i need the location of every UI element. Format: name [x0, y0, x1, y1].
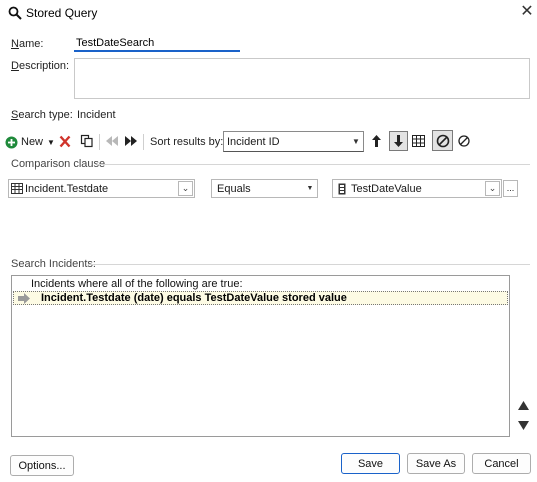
value-value: TestDateValue — [351, 182, 422, 195]
stored-value-icon — [338, 183, 346, 194]
plus-circle-icon — [5, 136, 18, 148]
operator-select[interactable]: Equals ▼ — [211, 179, 318, 198]
save-button[interactable]: Save — [341, 453, 400, 474]
search-type-value: Incident — [77, 109, 116, 121]
triangle-up-icon[interactable] — [517, 400, 530, 411]
description-field[interactable] — [74, 58, 530, 99]
sort-ascending-icon[interactable] — [371, 134, 382, 148]
tree-root-label: Incidents where all of the following are… — [31, 278, 243, 290]
search-type-label: Search type: — [11, 109, 73, 121]
value-select[interactable]: TestDateValue ⌄ — [332, 179, 502, 198]
cancel-button[interactable]: Cancel — [472, 453, 531, 474]
sort-descending-button[interactable] — [389, 131, 408, 151]
criteria-tree[interactable]: Incidents where all of the following are… — [11, 275, 510, 437]
options-button[interactable]: Options... — [10, 455, 74, 476]
chevron-down-icon: ⌄ — [485, 181, 500, 196]
field-select[interactable]: Incident.Testdate ⌄ — [8, 179, 195, 198]
description-label: Description: — [11, 60, 70, 72]
circle-slash-icon — [436, 134, 449, 147]
operator-value: Equals — [217, 182, 251, 195]
circle-slash-outline-icon[interactable] — [457, 134, 471, 148]
arrow-down-icon — [394, 135, 403, 147]
table-field-icon — [11, 183, 23, 194]
close-button[interactable]: ✕ — [518, 3, 536, 21]
results-group-line — [88, 264, 530, 265]
triangle-down-icon[interactable] — [517, 420, 530, 431]
toolbar-separator — [143, 134, 144, 150]
delete-icon[interactable] — [59, 135, 71, 148]
new-button[interactable]: New ▼ — [5, 134, 55, 150]
chevron-down-icon: ▼ — [306, 185, 314, 192]
field-value: Incident.Testdate — [25, 182, 109, 195]
chevron-down-icon: ⌄ — [178, 181, 193, 196]
chevron-down-icon: ▼ — [352, 137, 360, 146]
sort-label: Sort results by: — [150, 136, 224, 148]
criteria-row-text: Incident.Testdate (date) equals TestDate… — [41, 292, 347, 304]
comparison-group-label: Comparison clause — [11, 158, 106, 170]
table-icon[interactable] — [412, 135, 425, 147]
magnifier-icon — [8, 6, 22, 20]
criteria-row[interactable]: Incident.Testdate (date) equals TestDate… — [13, 291, 508, 305]
window-title: Stored Query — [26, 6, 98, 20]
step-back-icon[interactable] — [105, 136, 119, 146]
sort-select[interactable]: Incident ID ▼ — [223, 131, 364, 152]
name-label: Name: — [11, 38, 44, 50]
save-as-button[interactable]: Save As — [407, 453, 465, 474]
new-dropdown-icon: ▼ — [47, 137, 55, 147]
name-field[interactable] — [74, 35, 240, 52]
sort-value: Incident ID — [227, 135, 280, 148]
new-label: New — [21, 136, 44, 148]
toolbar-separator — [99, 134, 100, 150]
copy-icon[interactable] — [80, 134, 94, 148]
value-browse-button[interactable]: ... — [503, 180, 518, 197]
row-diamond-icon — [18, 293, 30, 304]
match-all-button[interactable] — [432, 130, 453, 151]
comparison-group-line — [97, 164, 530, 165]
results-group-label: Search Incidents: — [11, 258, 96, 270]
step-forward-icon[interactable] — [124, 136, 138, 146]
